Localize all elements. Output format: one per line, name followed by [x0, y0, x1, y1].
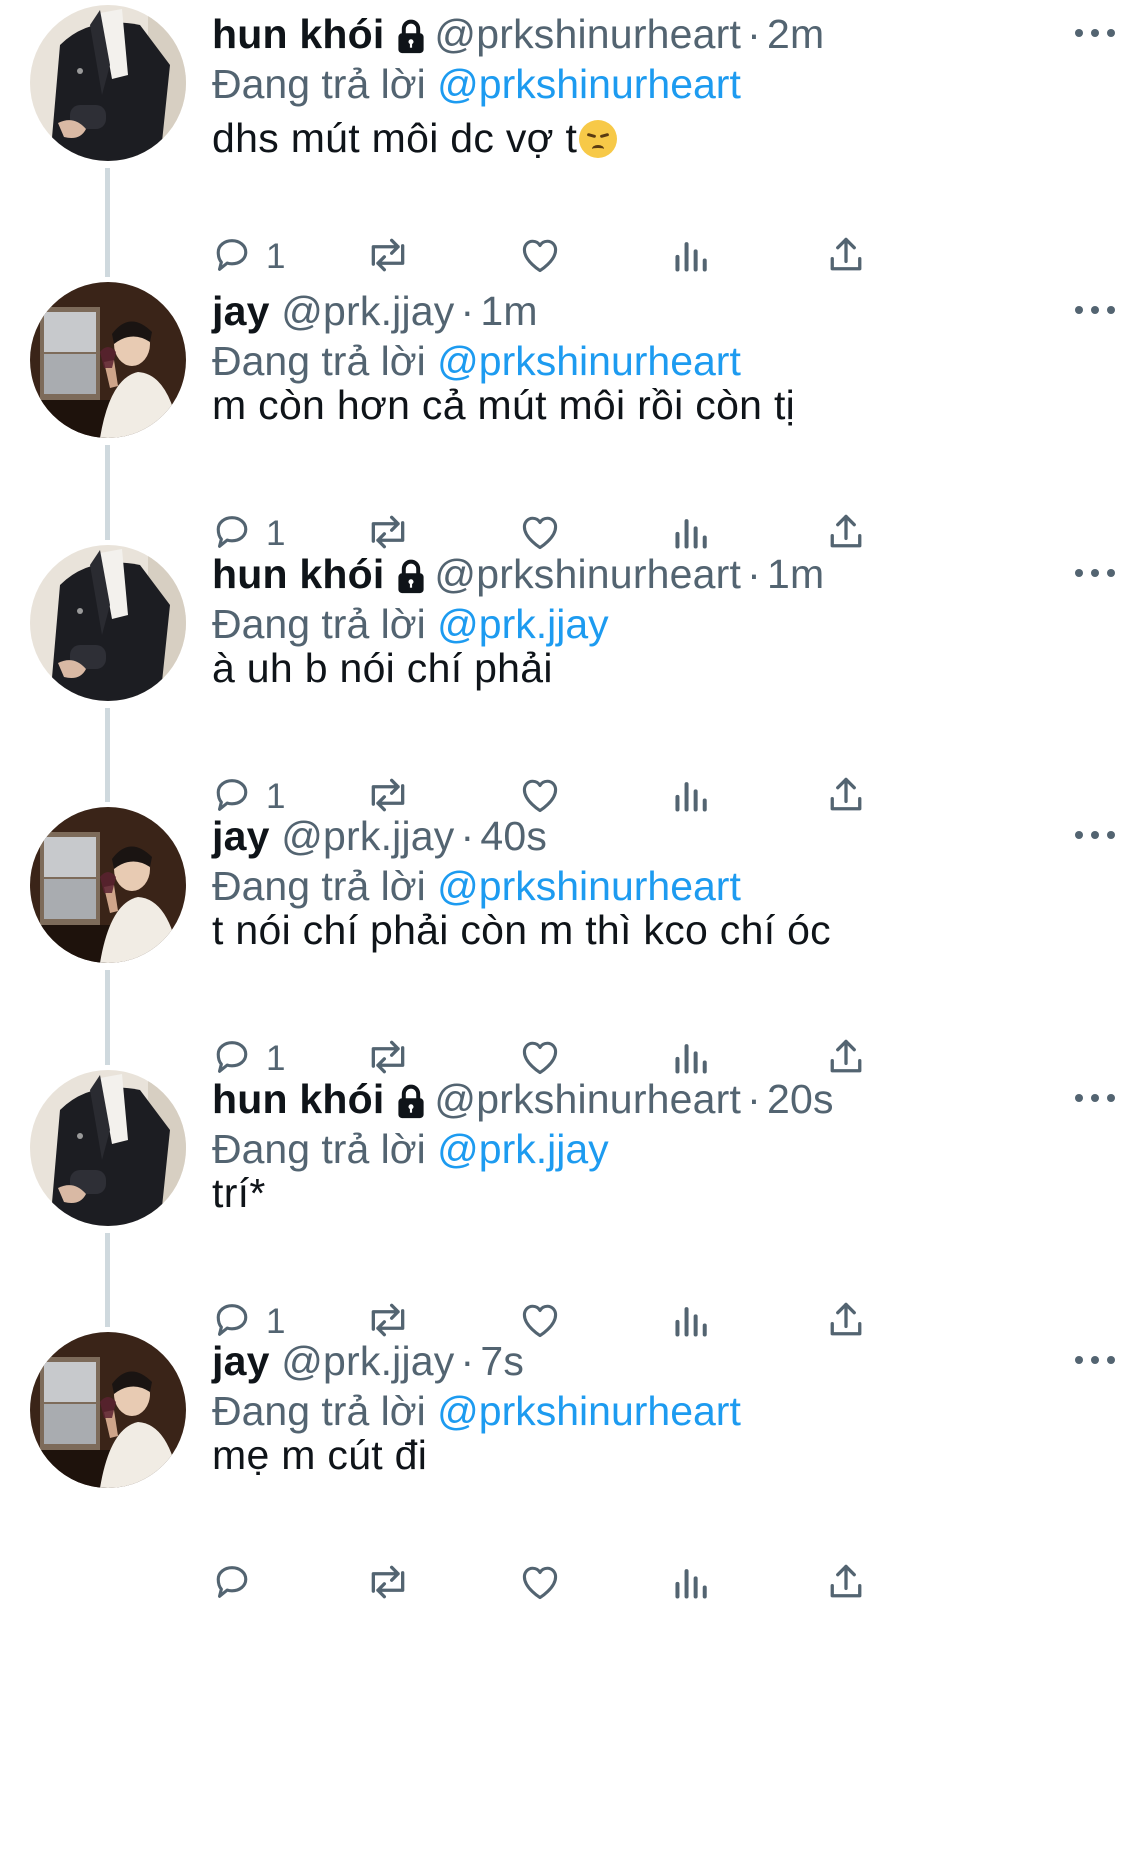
tweet-actions [212, 1559, 1032, 1609]
reply-icon [210, 1560, 254, 1609]
disappointed-face-emoji-icon [579, 120, 618, 158]
heart-icon [518, 233, 562, 282]
tweet-header: jay @prk.jjay · 40s [212, 810, 547, 862]
separator-dot: · [747, 551, 761, 597]
mention-link[interactable]: @prkshinurheart [437, 1388, 741, 1434]
share-icon [824, 233, 868, 282]
thread-connector-line [105, 708, 110, 802]
thread-connector-line [105, 970, 110, 1065]
share-button[interactable] [824, 1559, 868, 1609]
timestamp[interactable]: 40s [480, 813, 547, 859]
reply-button[interactable] [210, 1559, 254, 1609]
author-handle[interactable]: @prk.jjay [281, 288, 454, 334]
retweet-icon [364, 1560, 412, 1609]
separator-dot: · [460, 288, 475, 334]
replying-to-label: Đang trả lời [212, 1126, 426, 1172]
tweet-text-content: t nói chí phải còn m thì kco chí óc [212, 907, 831, 953]
separator-dot: · [460, 813, 475, 859]
retweet-icon [364, 233, 412, 282]
author-name[interactable]: jay [212, 813, 270, 859]
reply-button[interactable]: 1 [210, 232, 285, 282]
avatar[interactable] [30, 807, 186, 963]
separator-dot: · [747, 11, 761, 57]
more-options-icon[interactable] [1075, 303, 1115, 317]
avatar[interactable] [30, 5, 186, 161]
reply-count: 1 [266, 237, 286, 276]
mention-link[interactable]: @prkshinurheart [437, 338, 741, 384]
separator-dot: · [747, 1076, 761, 1122]
avatar[interactable] [30, 1070, 186, 1226]
author-handle[interactable]: @prkshinurheart [434, 1076, 741, 1122]
timestamp[interactable]: 20s [767, 1076, 834, 1122]
author-name[interactable]: hun khói [212, 551, 384, 597]
replying-to-label: Đang trả lời [212, 338, 426, 384]
tweet-header: jay @prk.jjay · 1m [212, 285, 538, 337]
author-handle[interactable]: @prkshinurheart [434, 551, 741, 597]
like-button[interactable] [518, 1559, 562, 1609]
more-options-icon[interactable] [1075, 828, 1115, 842]
thread-connector-line [105, 168, 110, 277]
like-button[interactable] [518, 232, 562, 282]
author-name[interactable]: jay [212, 1338, 270, 1384]
tweet-text: m còn hơn cả mút môi rồi còn tị [212, 379, 795, 431]
reply-tweet[interactable]: jay @prk.jjay · 7s Đang trả lời @prkshinurh… [0, 1327, 1125, 1640]
tweet-text-content: dhs mút môi dc vợ t [212, 115, 578, 161]
tweet-text-content: trí* [212, 1170, 266, 1216]
tweet-text-content: m còn hơn cả mút môi rồi còn tị [212, 382, 796, 428]
tweet-text: mẹ m cút đi [212, 1429, 427, 1481]
reply-tweet[interactable]: hun khói @prkshinurheart · 2m Đang trả lời @… [0, 0, 1125, 313]
author-handle[interactable]: @prk.jjay [281, 813, 454, 859]
replying-to-line: Đang trả lời @prkshinurheart [212, 58, 741, 110]
tweet-text: dhs mút môi dc vợ t [212, 112, 618, 164]
tweet-text: t nói chí phải còn m thì kco chí óc [212, 904, 831, 956]
more-options-icon[interactable] [1075, 26, 1115, 40]
mention-link[interactable]: @prkshinurheart [437, 863, 741, 909]
thread-connector-line [105, 1233, 110, 1327]
reply-thread: hun khói @prkshinurheart · 2m Đang trả lời @… [0, 0, 1125, 1865]
timestamp[interactable]: 7s [480, 1338, 524, 1384]
more-options-icon[interactable] [1075, 1091, 1115, 1105]
separator-dot: · [460, 1338, 475, 1384]
author-name[interactable]: hun khói [212, 1076, 384, 1122]
tweet-text-content: à uh b nói chí phải [212, 645, 553, 691]
avatar[interactable] [30, 1332, 186, 1488]
mention-link[interactable]: @prk.jjay [437, 1126, 609, 1172]
replying-to-label: Đang trả lời [212, 863, 426, 909]
tweet-text-content: mẹ m cút đi [212, 1432, 428, 1478]
share-button[interactable] [824, 232, 868, 282]
tweet-actions: 1 [212, 232, 1032, 282]
thread-connector-line [105, 445, 110, 540]
mention-link[interactable]: @prkshinurheart [437, 61, 741, 107]
more-options-icon[interactable] [1075, 566, 1115, 580]
views-chart-icon [672, 233, 712, 282]
views-button[interactable] [672, 1559, 712, 1609]
author-handle[interactable]: @prkshinurheart [434, 11, 741, 57]
author-name[interactable]: jay [212, 288, 270, 334]
retweet-button[interactable] [364, 232, 412, 282]
timestamp[interactable]: 2m [767, 11, 824, 57]
tweet-text: à uh b nói chí phải [212, 642, 553, 694]
share-icon [824, 1560, 868, 1609]
views-chart-icon [672, 1560, 712, 1609]
replying-to-line: Đang trả lời @prk.jjay [212, 1123, 609, 1175]
reply-icon [210, 233, 254, 282]
mention-link[interactable]: @prk.jjay [437, 601, 609, 647]
more-options-icon[interactable] [1075, 1353, 1115, 1367]
retweet-button[interactable] [364, 1559, 412, 1609]
replying-to-label: Đang trả lời [212, 61, 426, 107]
timestamp[interactable]: 1m [767, 551, 824, 597]
heart-icon [518, 1560, 562, 1609]
tweet-text: trí* [212, 1167, 266, 1219]
views-button[interactable] [672, 232, 712, 282]
avatar[interactable] [30, 282, 186, 438]
replying-to-label: Đang trả lời [212, 1388, 426, 1434]
avatar[interactable] [30, 545, 186, 701]
timestamp[interactable]: 1m [480, 288, 537, 334]
replying-to-label: Đang trả lời [212, 601, 426, 647]
author-name[interactable]: hun khói [212, 11, 384, 57]
author-handle[interactable]: @prk.jjay [281, 1338, 454, 1384]
tweet-header: jay @prk.jjay · 7s [212, 1335, 524, 1387]
